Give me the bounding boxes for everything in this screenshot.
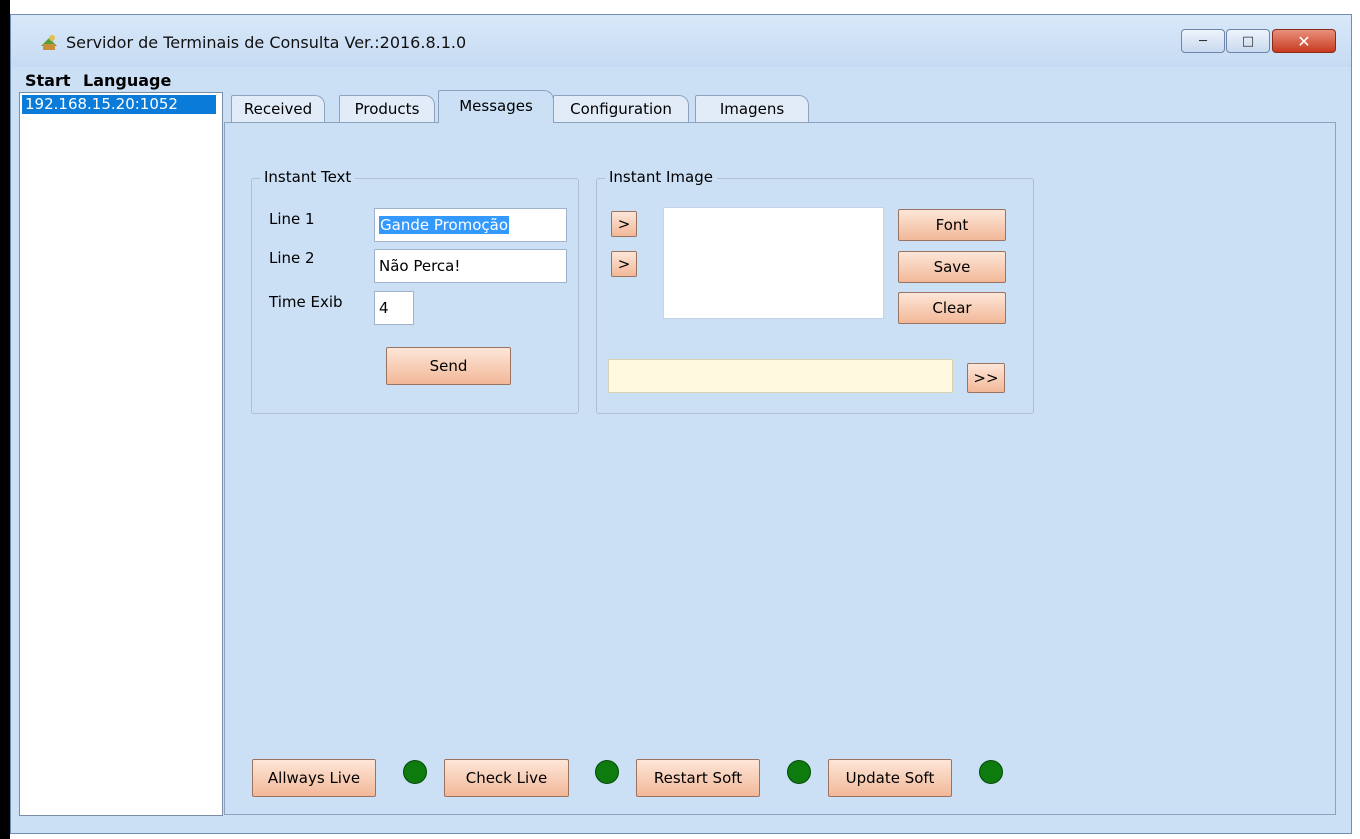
tab-imagens[interactable]: Imagens (695, 95, 809, 122)
close-button[interactable]: ✕ (1272, 29, 1336, 53)
check-live-status-indicator (595, 760, 619, 784)
instant-image-group: Instant Image > > Font Save Clear >> (596, 168, 1034, 414)
tab-messages[interactable]: Messages (438, 90, 554, 123)
clear-button[interactable]: Clear (898, 292, 1006, 324)
tab-strip: Received Products Configuration Imagens … (225, 88, 1335, 123)
line1-input[interactable]: Gande Promoção (374, 208, 567, 242)
title-bar: Servidor de Terminais de Consulta Ver.:2… (11, 15, 1351, 67)
tab-configuration[interactable]: Configuration (553, 95, 689, 122)
instant-image-legend: Instant Image (605, 168, 717, 186)
time-exib-input[interactable]: 4 (374, 291, 414, 325)
left-window-edge (0, 0, 10, 839)
line1-value: Gande Promoção (379, 216, 510, 234)
always-live-status-indicator (403, 760, 427, 784)
minimize-icon: ─ (1199, 33, 1207, 49)
image-arrow-button-1[interactable]: > (611, 211, 637, 237)
update-soft-button[interactable]: Update Soft (828, 759, 952, 797)
time-exib-label: Time Exib (269, 293, 343, 311)
instant-text-group: Instant Text Line 1 Gande Promoção Line … (251, 168, 579, 414)
send-button[interactable]: Send (386, 347, 511, 385)
menu-start[interactable]: Start (25, 71, 71, 90)
tab-received[interactable]: Received (231, 95, 325, 122)
check-live-button[interactable]: Check Live (444, 759, 569, 797)
image-preview-box[interactable] (663, 207, 884, 319)
maximize-button[interactable]: □ (1226, 29, 1270, 53)
app-icon (41, 35, 57, 50)
line2-label: Line 2 (269, 249, 315, 267)
browse-button[interactable]: >> (967, 363, 1005, 393)
restart-soft-button[interactable]: Restart Soft (636, 759, 760, 797)
tab-products[interactable]: Products (339, 95, 435, 122)
always-live-button[interactable]: Allways Live (252, 759, 376, 797)
image-path-input[interactable] (608, 359, 953, 393)
maximize-icon: □ (1241, 33, 1255, 49)
window-title: Servidor de Terminais de Consulta Ver.:2… (66, 33, 467, 52)
line2-input[interactable]: Não Perca! (374, 249, 567, 283)
close-icon: ✕ (1297, 31, 1311, 51)
messages-panel: Instant Text Line 1 Gande Promoção Line … (224, 122, 1336, 815)
save-button[interactable]: Save (898, 251, 1006, 283)
minimize-button[interactable]: ─ (1181, 29, 1225, 53)
instant-text-legend: Instant Text (260, 168, 356, 186)
update-status-indicator (979, 760, 1003, 784)
connection-item[interactable]: 192.168.15.20:1052 (22, 95, 216, 114)
image-arrow-button-2[interactable]: > (611, 251, 637, 277)
font-button[interactable]: Font (898, 209, 1006, 241)
menu-language[interactable]: Language (83, 71, 171, 90)
restart-status-indicator (787, 760, 811, 784)
connection-list[interactable]: 192.168.15.20:1052 (19, 92, 223, 816)
line1-label: Line 1 (269, 210, 315, 228)
